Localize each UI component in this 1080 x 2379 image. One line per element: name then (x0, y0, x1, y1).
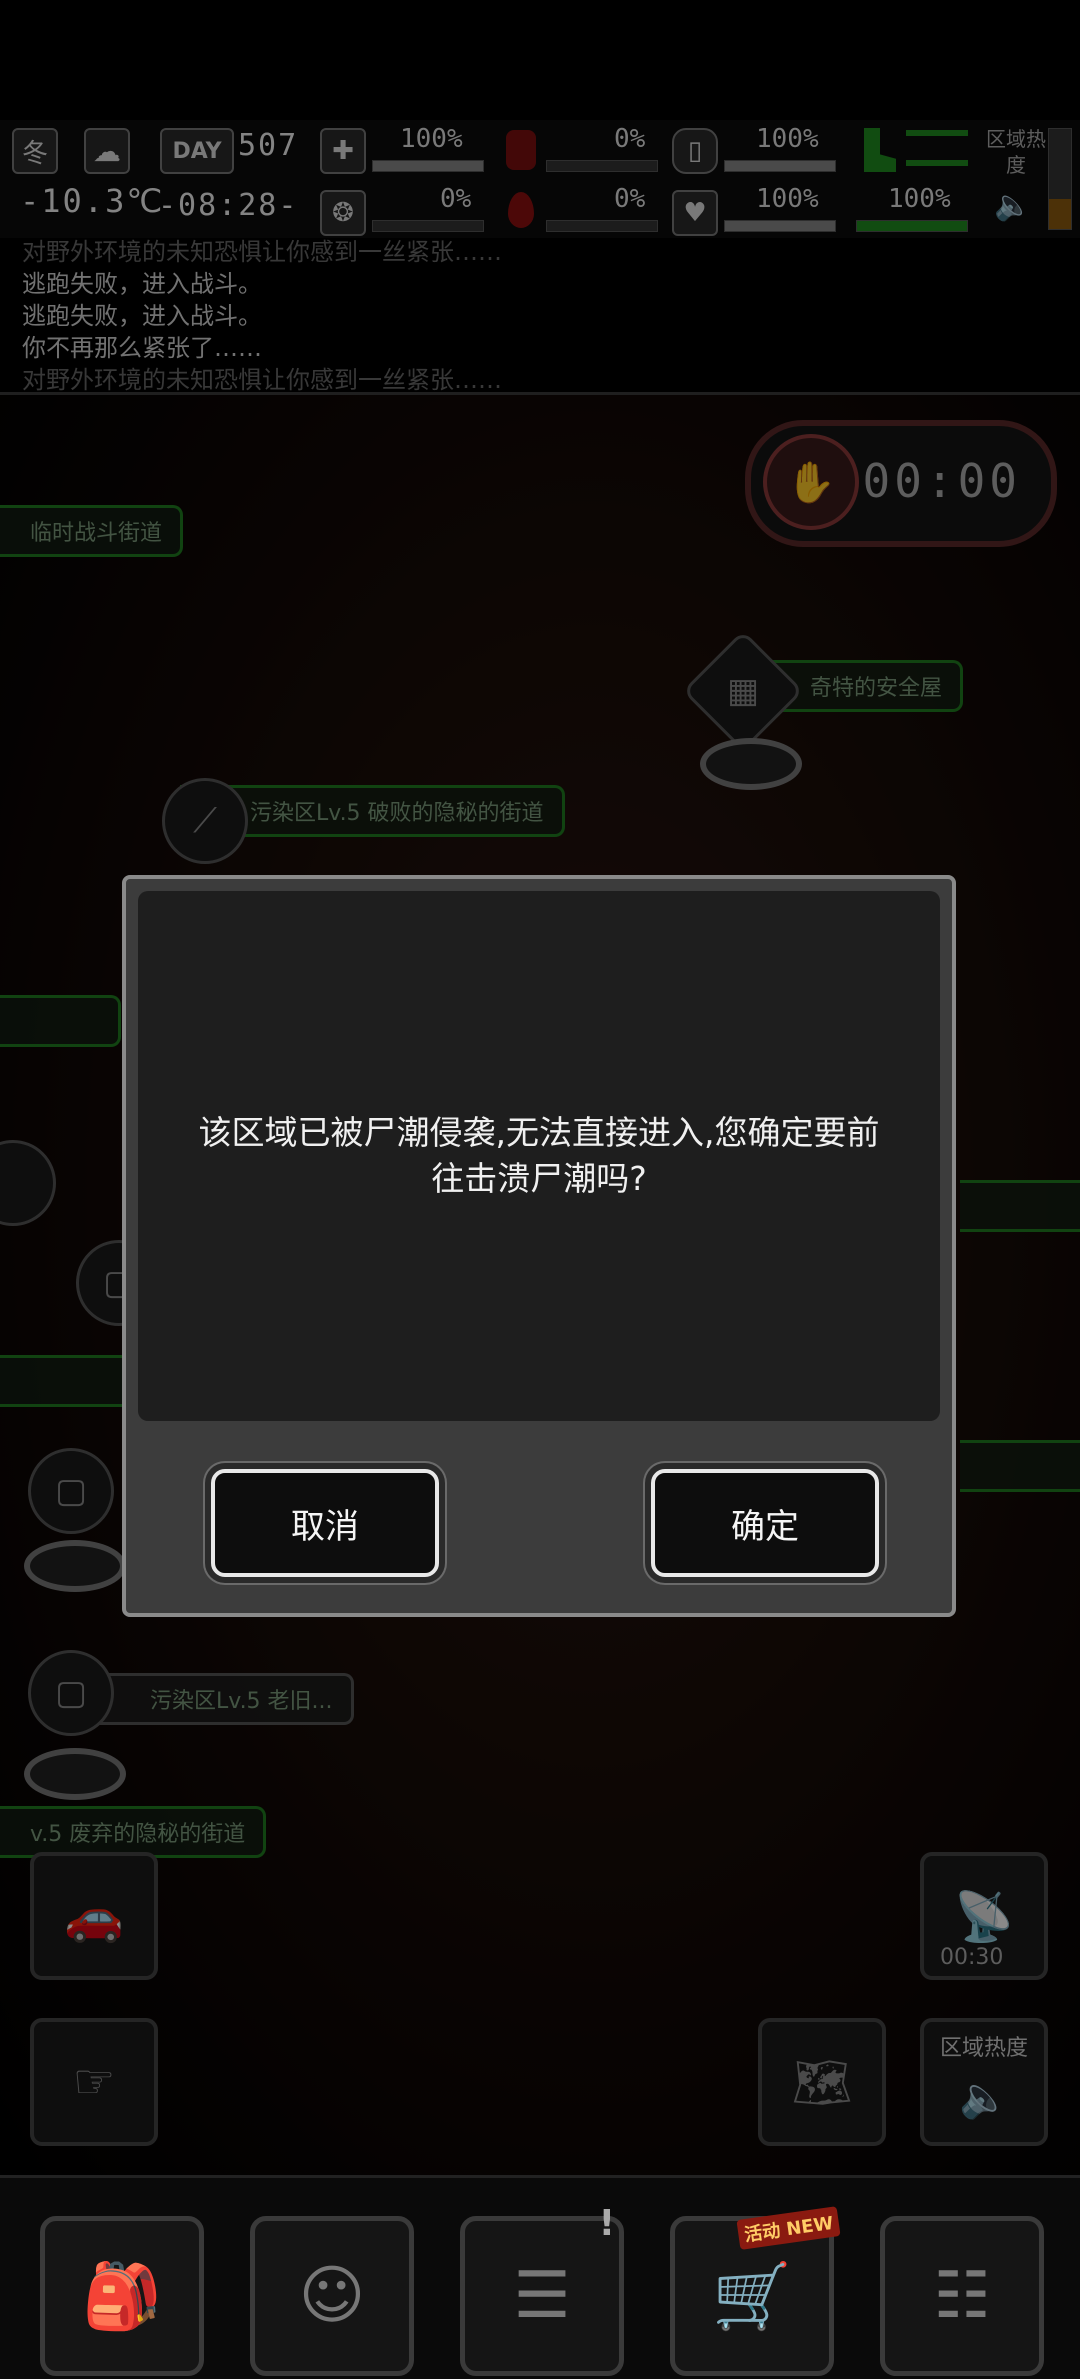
confirm-button[interactable]: 确定 (651, 1469, 879, 1577)
cancel-button[interactable]: 取消 (211, 1469, 439, 1577)
nav-skills[interactable]: ☺ (250, 2216, 414, 2376)
nav-menu[interactable]: ☷ (880, 2216, 1044, 2376)
bottom-nav: 🎒 ☺ ☰ ! 🛒 活动 NEW ☷ (0, 2175, 1080, 2379)
backpack-icon: 🎒 (82, 2259, 162, 2334)
nav-journal[interactable]: ☰ ! (460, 2203, 624, 2376)
confirm-dialog: 该区域已被尸潮侵袭,无法直接进入,您确定要前往击溃尸潮吗? 取消 确定 (122, 875, 956, 1617)
nav-shop[interactable]: 🛒 活动 NEW (670, 2206, 841, 2376)
event-new-badge: 活动 NEW (735, 2206, 841, 2250)
nav-backpack[interactable]: 🎒 (40, 2216, 204, 2376)
menu-list-icon: ☷ (933, 2259, 991, 2333)
head-brain-icon: ☺ (298, 2259, 366, 2333)
alert-icon: ! (598, 2203, 615, 2244)
shopping-cart-icon: 🛒 (712, 2259, 792, 2334)
dialog-message-area: 该区域已被尸潮侵袭,无法直接进入,您确定要前往击溃尸潮吗? (138, 891, 940, 1421)
notebook-icon: ☰ (513, 2259, 571, 2333)
dialog-message: 该区域已被尸潮侵袭,无法直接进入,您确定要前往击溃尸潮吗? (198, 1113, 880, 1198)
